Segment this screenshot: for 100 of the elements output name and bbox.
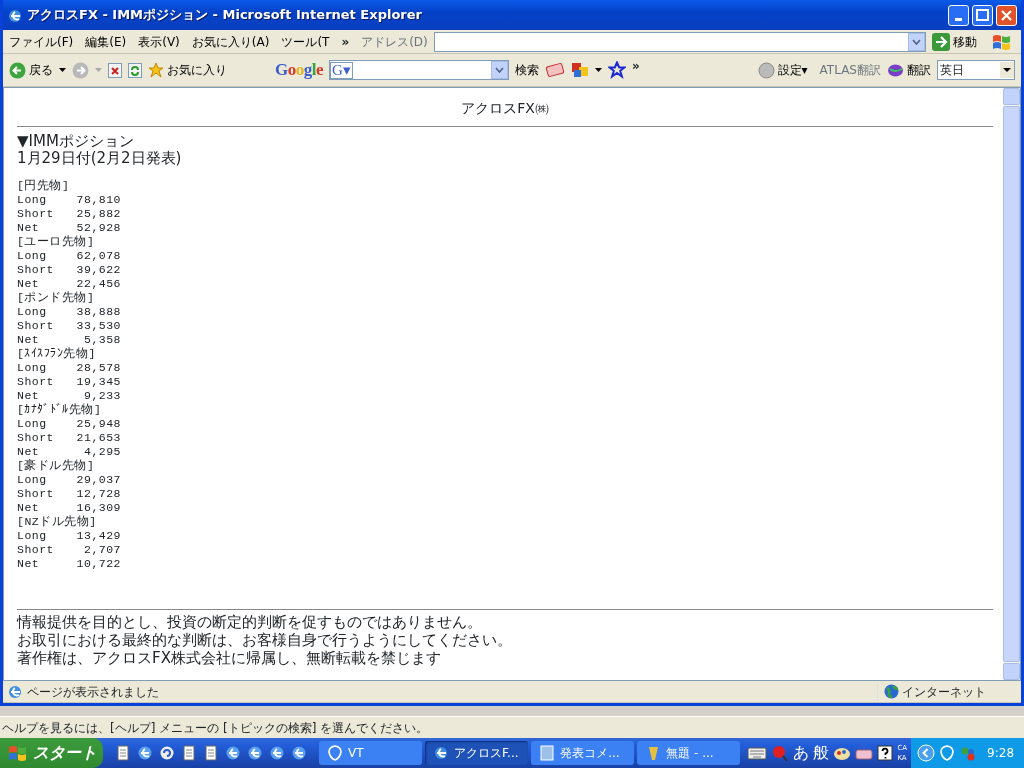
- notepad-icon[interactable]: [181, 745, 197, 761]
- browser-icon[interactable]: [291, 745, 307, 761]
- position-value: 39,622: [75, 263, 121, 277]
- futures-label: [ｽｲｽﾌﾗﾝ先物]: [17, 347, 97, 361]
- settings-button[interactable]: 設定▾: [757, 61, 808, 79]
- help-icon[interactable]: [877, 745, 894, 761]
- position-label: Net: [17, 445, 41, 459]
- google-logo: Google: [275, 59, 323, 82]
- position-value: 9,233: [83, 389, 121, 403]
- taskbar-button[interactable]: 発表コメ...: [531, 741, 635, 765]
- position-label: Net: [17, 501, 41, 515]
- search-button[interactable]: 検索: [515, 61, 539, 79]
- address-field[interactable]: [433, 31, 926, 52]
- google-menu-button[interactable]: G▾: [330, 61, 353, 79]
- position-label: Long: [17, 529, 48, 543]
- notepad-icon[interactable]: [203, 745, 219, 761]
- position-label: Net: [17, 277, 41, 291]
- chevron-icon[interactable]: »: [335, 32, 356, 51]
- position-value: 28,578: [75, 361, 121, 375]
- input-mode-indicator[interactable]: あ: [793, 741, 810, 765]
- window-title: アクロスFX - IMMポジション - Microsoft Internet Explorer: [27, 6, 423, 25]
- taskbar-button[interactable]: アクロスF...: [425, 741, 529, 765]
- notepad-icon[interactable]: [115, 745, 131, 761]
- refresh-icon[interactable]: [128, 62, 142, 78]
- futures-label: [豪ドル先物]: [17, 459, 96, 473]
- position-label: Long: [17, 193, 48, 207]
- close-icon: [999, 7, 1014, 23]
- start-button[interactable]: スタート: [0, 738, 103, 768]
- position-value: 29,037: [75, 473, 121, 487]
- position-value: 5,358: [83, 333, 121, 347]
- position-label: Long: [17, 473, 48, 487]
- go-button[interactable]: 移動: [932, 32, 977, 51]
- futures-label: [ユーロ先物]: [17, 235, 96, 249]
- refresh-icon[interactable]: [159, 745, 175, 761]
- menu-item[interactable]: お気に入り(A): [185, 32, 276, 51]
- position-label: Short: [17, 207, 55, 221]
- position-label: Net: [17, 557, 41, 571]
- stop-icon[interactable]: [108, 62, 122, 78]
- browser-icon[interactable]: [269, 745, 285, 761]
- blocks-icon[interactable]: [571, 61, 589, 79]
- input-mode-indicator[interactable]: 般: [813, 741, 830, 765]
- status-text: ページが表示されました: [27, 683, 160, 701]
- browser-icon[interactable]: [137, 745, 153, 761]
- menu-item[interactable]: 編集(E): [79, 32, 133, 51]
- browser-icon[interactable]: [247, 745, 263, 761]
- favorites-button[interactable]: お気に入り: [148, 61, 227, 79]
- taskbar-button[interactable]: 無題 - ...: [637, 741, 741, 765]
- disclaimer-text: 情報提供を目的とし、投資の断定的判断を促すものではありません。: [17, 613, 483, 631]
- back-button[interactable]: 戻る: [9, 61, 53, 79]
- menu-item[interactable]: 表示(V): [132, 32, 186, 51]
- position-label: Short: [17, 543, 55, 557]
- dropdown-arrow-icon[interactable]: [595, 68, 602, 72]
- position-label: Short: [17, 263, 55, 277]
- keyboard-icon[interactable]: [747, 746, 768, 760]
- maximize-icon: [975, 7, 990, 23]
- menu-item[interactable]: ツール(T: [275, 32, 336, 51]
- menu-item[interactable]: ファイル(F): [3, 32, 80, 51]
- circle-icon: [757, 61, 775, 79]
- position-value: 25,882: [75, 207, 121, 221]
- maximize-button[interactable]: [972, 4, 993, 26]
- position-value: 62,078: [75, 249, 121, 263]
- position-value: 33,530: [75, 319, 121, 333]
- vertical-scrollbar[interactable]: [1003, 88, 1020, 680]
- position-value: 2,707: [83, 543, 121, 557]
- help-status-text: ヘルプを見るには、[ヘルプ] メニューの [トピックの検索] を選んでください。: [2, 719, 429, 737]
- position-label: Long: [17, 361, 48, 375]
- browser-icon: [433, 745, 450, 761]
- language-select[interactable]: 英日: [937, 60, 1015, 80]
- toolbox-icon[interactable]: [855, 746, 874, 760]
- close-button[interactable]: [996, 4, 1017, 26]
- chevron-icon[interactable]: »: [632, 57, 640, 75]
- star-icon: [148, 62, 164, 78]
- browser-icon[interactable]: [225, 745, 241, 761]
- position-label: Net: [17, 221, 41, 235]
- translation-button[interactable]: ATLAS翻訳: [819, 61, 881, 79]
- position-label: Short: [17, 487, 55, 501]
- position-label: Short: [17, 375, 55, 389]
- taskbar-button[interactable]: VT: [319, 741, 423, 765]
- disclaimer-text: 著作権は、アクロスFX株式会社に帰属し、無断転載を禁じます: [17, 649, 442, 667]
- position-label: Short: [17, 319, 55, 333]
- report-date: 1月29日付(2月2日発表): [17, 150, 183, 167]
- translate-button[interactable]: 翻訳: [887, 61, 931, 79]
- dropdown-arrow-icon[interactable]: [59, 68, 66, 72]
- page-title: アクロスFX㈱: [460, 99, 550, 118]
- position-value: 12,728: [75, 487, 121, 501]
- right-arrow-icon: [932, 32, 950, 51]
- position-label: Long: [17, 305, 48, 319]
- star-outline-icon[interactable]: [608, 61, 626, 79]
- document-icon: [539, 745, 556, 761]
- position-value: 22,456: [75, 277, 121, 291]
- minimize-button[interactable]: [948, 4, 969, 26]
- address-label: アドレス(D): [360, 33, 429, 51]
- search-field[interactable]: G▾: [329, 60, 509, 80]
- tag-icon[interactable]: [545, 62, 565, 78]
- position-value: 19,345: [75, 375, 121, 389]
- chevron-left-icon[interactable]: [917, 744, 936, 762]
- position-label: Short: [17, 431, 55, 445]
- position-label: Net: [17, 389, 41, 403]
- position-value: 25,948: [75, 417, 121, 431]
- palette-icon[interactable]: [833, 745, 852, 761]
